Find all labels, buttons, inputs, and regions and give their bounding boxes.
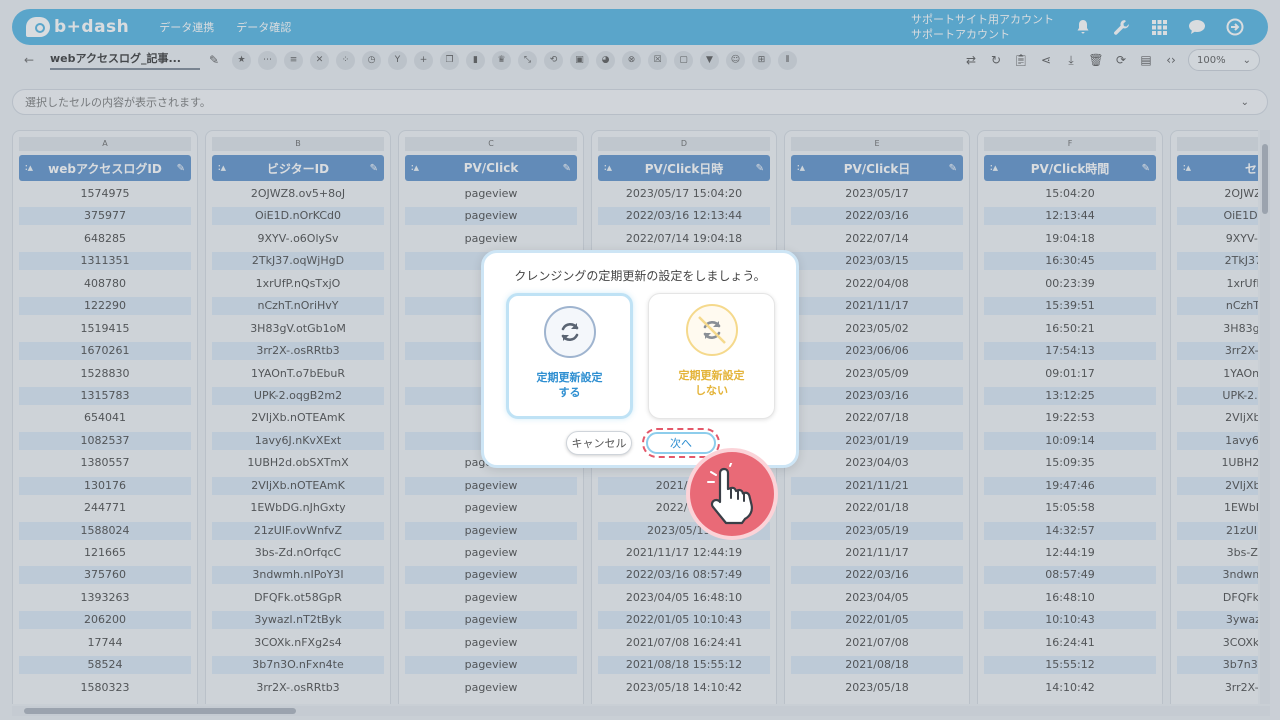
option-schedule-off-label: 定期更新設定 しない — [678, 369, 745, 397]
cleansing-schedule-dialog: クレンジングの定期更新の設定をしましょう。 定期更新設定 する 定期更新設定 し… — [481, 250, 799, 468]
refresh-disabled-icon — [685, 304, 738, 356]
option-schedule-off[interactable]: 定期更新設定 しない — [648, 293, 775, 419]
hand-pointer-icon — [686, 448, 778, 540]
refresh-circle-icon — [543, 306, 596, 358]
cancel-button[interactable]: キャンセル — [566, 431, 632, 455]
option-schedule-on-label: 定期更新設定 する — [536, 371, 603, 399]
next-button[interactable]: 次へ — [646, 432, 716, 454]
option-schedule-on[interactable]: 定期更新設定 する — [506, 293, 633, 419]
dialog-title: クレンジングの定期更新の設定をしましょう。 — [514, 269, 766, 283]
